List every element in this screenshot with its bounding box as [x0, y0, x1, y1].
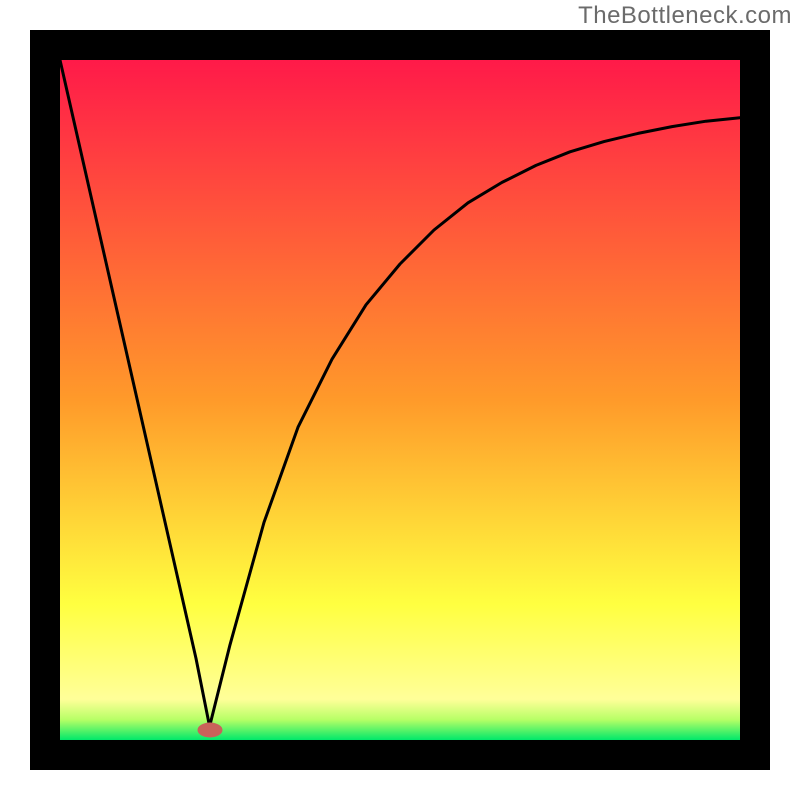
minimum-marker — [197, 722, 222, 737]
gradient-background — [60, 60, 740, 740]
chart-container: TheBottleneck.com — [0, 0, 800, 800]
watermark-text: TheBottleneck.com — [578, 2, 792, 30]
plot-area — [60, 60, 740, 740]
chart-svg — [60, 60, 740, 740]
